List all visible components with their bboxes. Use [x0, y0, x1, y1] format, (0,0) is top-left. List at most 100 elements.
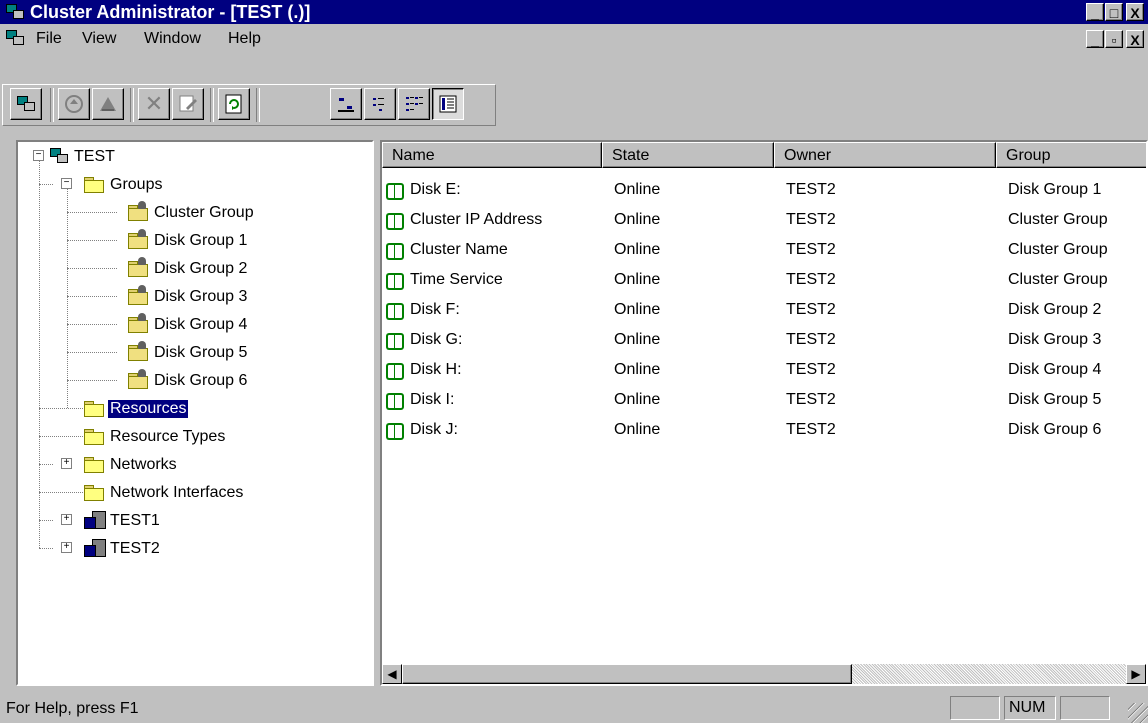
tree-node-test1[interactable]: + TEST1	[18, 510, 318, 532]
doc-minimize-button[interactable]: _	[1086, 30, 1104, 48]
resource-group: Disk Group 5	[1008, 391, 1102, 408]
resource-row[interactable]: Disk H: Online TEST2 Disk Group 4	[382, 356, 1146, 386]
resource-book-icon	[386, 212, 404, 230]
properties-icon	[179, 95, 197, 112]
column-header-name[interactable]: Name	[382, 142, 602, 168]
delete-x-icon: ✕	[144, 91, 164, 116]
resource-owner: TEST2	[786, 271, 836, 288]
doc-restore-button[interactable]: ▫	[1105, 30, 1123, 48]
menu-view[interactable]: View	[82, 30, 116, 48]
close-button[interactable]: X	[1126, 3, 1144, 21]
resource-book-icon	[386, 392, 404, 410]
menu-window[interactable]: Window	[144, 30, 201, 48]
collapse-toggle[interactable]: −	[33, 150, 44, 161]
tree-label: Network Interfaces	[110, 484, 244, 501]
open-connection-button[interactable]	[10, 88, 42, 120]
group-folder-icon	[128, 229, 148, 249]
tree-node-group[interactable]: Disk Group 3	[18, 285, 318, 308]
tree-node-group[interactable]: Disk Group 5	[18, 341, 318, 364]
resource-name: Cluster IP Address	[410, 211, 543, 228]
resource-row[interactable]: Disk E: Online TEST2 Disk Group 1	[382, 176, 1146, 206]
scroll-left-button[interactable]: ◀	[382, 664, 402, 684]
menu-file[interactable]: File	[36, 30, 62, 48]
tree-node-resources[interactable]: Resources	[18, 398, 318, 420]
resize-grip[interactable]	[1128, 703, 1148, 723]
online-circle-icon	[65, 95, 83, 113]
column-header-group[interactable]: Group	[996, 142, 1146, 168]
small-icons-view-button[interactable]	[364, 88, 396, 120]
large-icons-view-button[interactable]	[330, 88, 362, 120]
status-panel-num: NUM	[1004, 696, 1056, 720]
resource-book-icon	[386, 362, 404, 380]
doc-close-button[interactable]: X	[1126, 30, 1144, 48]
resource-owner: TEST2	[786, 301, 836, 318]
resource-book-icon	[386, 182, 404, 200]
column-header-owner[interactable]: Owner	[774, 142, 996, 168]
tree-label: Groups	[110, 176, 163, 193]
resource-owner: TEST2	[786, 211, 836, 228]
resource-name: Disk H:	[410, 361, 462, 378]
tree-label: Disk Group 6	[154, 372, 248, 389]
resource-row[interactable]: Cluster IP Address Online TEST2 Cluster Gro…	[382, 206, 1146, 236]
folder-icon	[84, 401, 104, 417]
expand-toggle[interactable]: +	[61, 542, 72, 553]
resource-row[interactable]: Disk J: Online TEST2 Disk Group 6	[382, 416, 1146, 446]
resource-list-view[interactable]: Name State Owner Group Disk E: Online TEST…	[380, 140, 1148, 686]
tree-node-group[interactable]: Disk Group 6	[18, 369, 318, 392]
resource-row[interactable]: Disk F: Online TEST2 Disk Group 2	[382, 296, 1146, 326]
tree-label: TEST2	[110, 540, 160, 557]
bring-online-button[interactable]	[58, 88, 90, 120]
list-view-button[interactable]	[398, 88, 430, 120]
tree-node-group[interactable]: Disk Group 2	[18, 257, 318, 280]
tree-node-test2[interactable]: + TEST2	[18, 538, 318, 560]
refresh-button[interactable]	[218, 88, 250, 120]
delete-button[interactable]: ✕	[138, 88, 170, 120]
cluster-tree[interactable]: − TEST − Groups Cluster Group Disk Group…	[16, 140, 374, 686]
maximize-button[interactable]: □	[1105, 3, 1123, 21]
tree-node-group[interactable]: Cluster Group	[18, 201, 318, 224]
resource-book-icon	[386, 422, 404, 440]
tree-node-resource-types[interactable]: Resource Types	[18, 426, 318, 448]
take-offline-button[interactable]	[92, 88, 124, 120]
scroll-right-button[interactable]: ▶	[1126, 664, 1146, 684]
resource-owner: TEST2	[786, 241, 836, 258]
minimize-button[interactable]: _	[1086, 3, 1104, 21]
properties-button[interactable]	[172, 88, 204, 120]
large-icons-icon	[338, 98, 354, 112]
folder-icon	[84, 177, 104, 193]
tree-node-test-cluster[interactable]: − TEST	[18, 146, 318, 168]
scroll-thumb[interactable]	[402, 664, 852, 684]
tree-node-group[interactable]: Disk Group 4	[18, 313, 318, 336]
toolbar-separator	[50, 88, 54, 122]
tree-label: Disk Group 1	[154, 232, 248, 249]
group-folder-icon	[128, 257, 148, 277]
column-header-state[interactable]: State	[602, 142, 774, 168]
resource-book-icon	[386, 242, 404, 260]
resource-name: Disk I:	[410, 391, 455, 408]
expand-toggle[interactable]: +	[61, 458, 72, 469]
resource-owner: TEST2	[786, 421, 836, 438]
tree-node-group[interactable]: Disk Group 1	[18, 229, 318, 252]
document-system-menu-icon[interactable]	[6, 30, 24, 46]
cluster-admin-app-icon[interactable]	[6, 4, 24, 20]
tree-node-network-interfaces[interactable]: Network Interfaces	[18, 482, 318, 504]
cluster-icon	[50, 148, 68, 164]
resource-row[interactable]: Disk I: Online TEST2 Disk Group 5	[382, 386, 1146, 416]
tree-label: TEST	[74, 148, 115, 165]
collapse-toggle[interactable]: −	[61, 178, 72, 189]
resource-row[interactable]: Time Service Online TEST2 Cluster Group	[382, 266, 1146, 296]
tree-node-networks[interactable]: + Networks	[18, 454, 318, 476]
tree-label: Resource Types	[110, 428, 226, 445]
resource-owner: TEST2	[786, 181, 836, 198]
expand-toggle[interactable]: +	[61, 514, 72, 525]
resource-row[interactable]: Cluster Name Online TEST2 Cluster Group	[382, 236, 1146, 266]
details-view-button[interactable]	[432, 88, 464, 120]
horizontal-scrollbar[interactable]: ◀ ▶	[382, 664, 1146, 684]
menu-help[interactable]: Help	[228, 30, 261, 48]
resource-owner: TEST2	[786, 331, 836, 348]
folder-icon	[84, 485, 104, 501]
tree-node-groups[interactable]: − Groups	[18, 174, 318, 196]
resource-row[interactable]: Disk G: Online TEST2 Disk Group 3	[382, 326, 1146, 356]
group-folder-icon	[128, 313, 148, 333]
tree-label: Disk Group 4	[154, 316, 248, 333]
